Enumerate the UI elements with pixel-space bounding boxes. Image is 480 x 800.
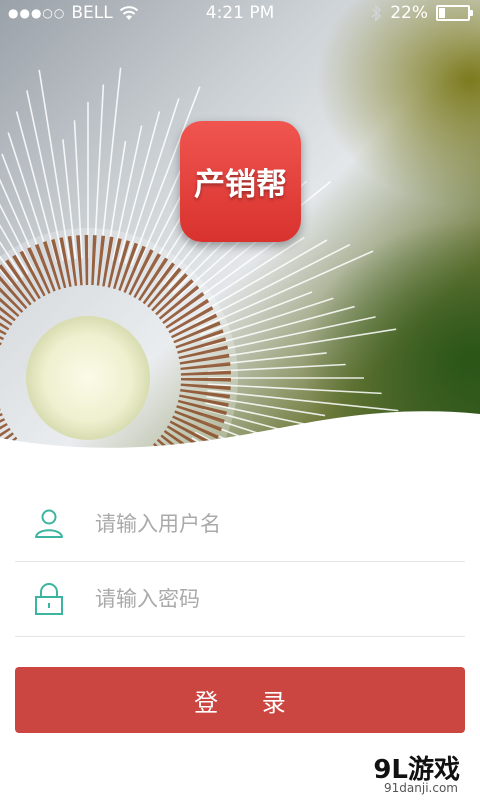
password-input[interactable] <box>93 586 465 612</box>
battery-icon <box>436 5 473 21</box>
user-icon <box>35 509 63 538</box>
battery-percent: 22% <box>390 3 428 23</box>
watermark-site: 91danji.com <box>384 781 458 795</box>
username-row <box>15 487 465 562</box>
login-button[interactable]: 登 录 <box>15 667 465 733</box>
lock-icon <box>35 583 63 615</box>
watermark: 9L游戏 91danji.com <box>298 745 480 800</box>
app-name: 产销帮 <box>194 167 287 203</box>
bluetooth-icon <box>371 4 382 22</box>
app-logo: 产销帮 <box>180 121 301 242</box>
password-row <box>15 562 465 637</box>
status-bar: ●●●○○ BELL 4:21 PM 22% <box>0 0 480 28</box>
battery-level <box>439 8 445 18</box>
wave-divider <box>0 411 480 460</box>
username-input[interactable] <box>93 511 465 537</box>
